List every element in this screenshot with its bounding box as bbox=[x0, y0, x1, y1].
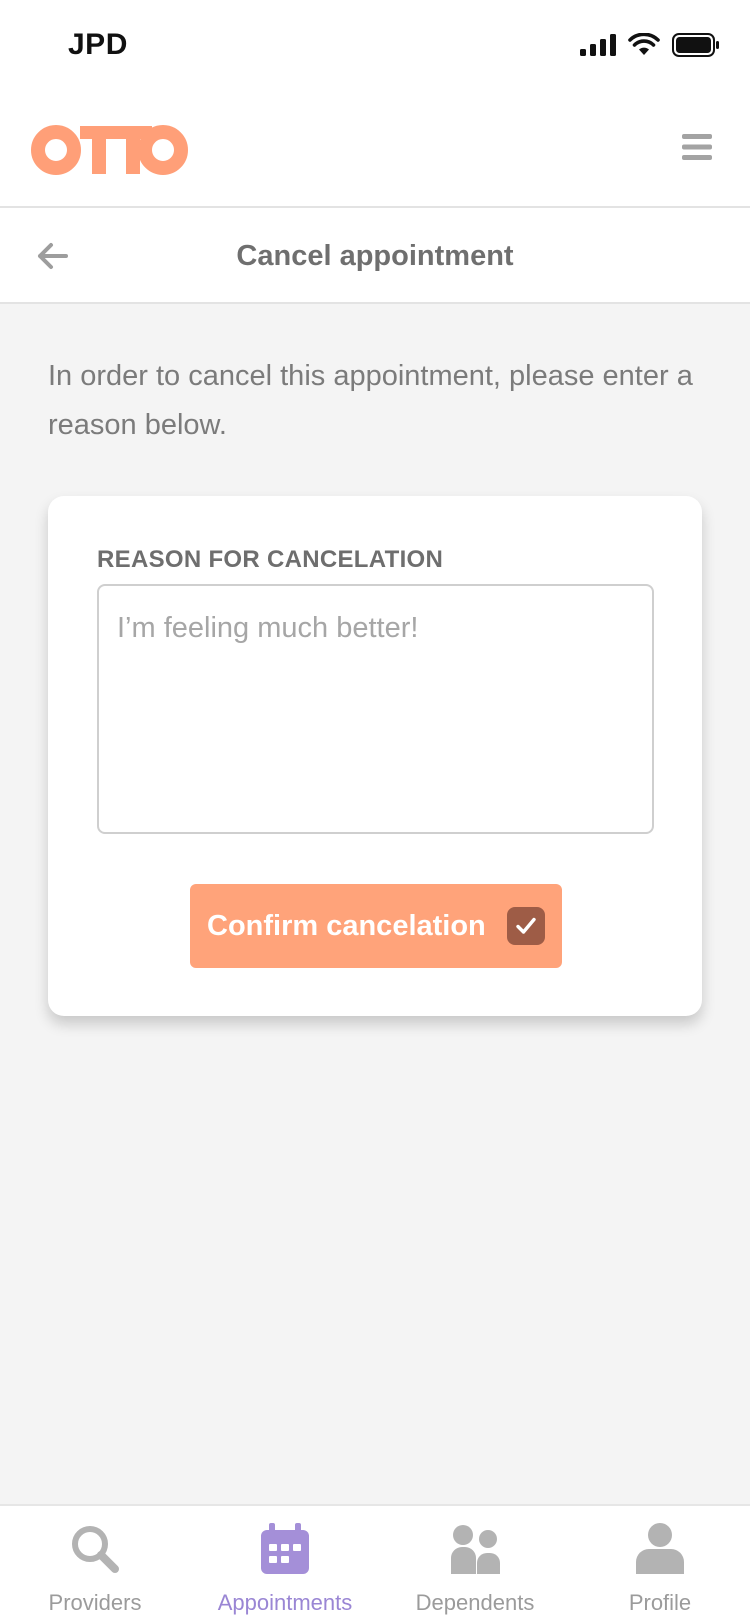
nav-label: Appointments bbox=[217, 1590, 353, 1615]
people-icon bbox=[451, 1525, 500, 1574]
bottom-nav: Providers Appointments Dependents Profil… bbox=[0, 1504, 750, 1624]
reason-textarea[interactable] bbox=[97, 584, 654, 834]
nav-label: Profile bbox=[628, 1590, 692, 1615]
otto-logo[interactable] bbox=[30, 92, 190, 208]
confirm-button-label: Confirm cancelation bbox=[207, 909, 486, 942]
nav-label: Dependents bbox=[415, 1590, 535, 1615]
battery-icon bbox=[672, 33, 719, 57]
person-icon bbox=[636, 1523, 684, 1574]
title-bar: Cancel appointment bbox=[0, 208, 750, 304]
nav-item-appointments[interactable]: Appointments bbox=[190, 1506, 380, 1624]
nav-label: Providers bbox=[48, 1590, 142, 1615]
nav-item-dependents[interactable]: Dependents bbox=[380, 1506, 570, 1624]
checkbox-checked-icon bbox=[507, 907, 545, 945]
app-screen: JPD Cancel appointment In order to cance… bbox=[0, 0, 750, 1624]
app-header bbox=[0, 92, 750, 208]
reason-label: REASON FOR CANCELATION bbox=[97, 546, 444, 573]
signal-icon bbox=[580, 34, 616, 56]
otto-logo-mark bbox=[31, 125, 188, 175]
nav-item-profile[interactable]: Profile bbox=[570, 1506, 750, 1624]
status-icons bbox=[580, 32, 720, 58]
cancel-form-card: REASON FOR CANCELATION Confirm cancelati… bbox=[48, 496, 702, 1016]
status-bar: JPD bbox=[0, 0, 750, 92]
menu-button[interactable] bbox=[680, 132, 714, 162]
calendar-icon bbox=[261, 1523, 309, 1574]
wifi-icon bbox=[628, 33, 660, 55]
page-title: Cancel appointment bbox=[236, 240, 514, 272]
confirm-cancelation-button[interactable]: Confirm cancelation bbox=[190, 884, 562, 968]
nav-item-providers[interactable]: Providers bbox=[0, 1506, 190, 1624]
search-icon bbox=[72, 1526, 119, 1573]
hamburger-menu-icon bbox=[682, 134, 712, 160]
carrier-name: JPD bbox=[68, 28, 128, 61]
intro-text: In order to cancel this appointment, ple… bbox=[48, 360, 693, 441]
